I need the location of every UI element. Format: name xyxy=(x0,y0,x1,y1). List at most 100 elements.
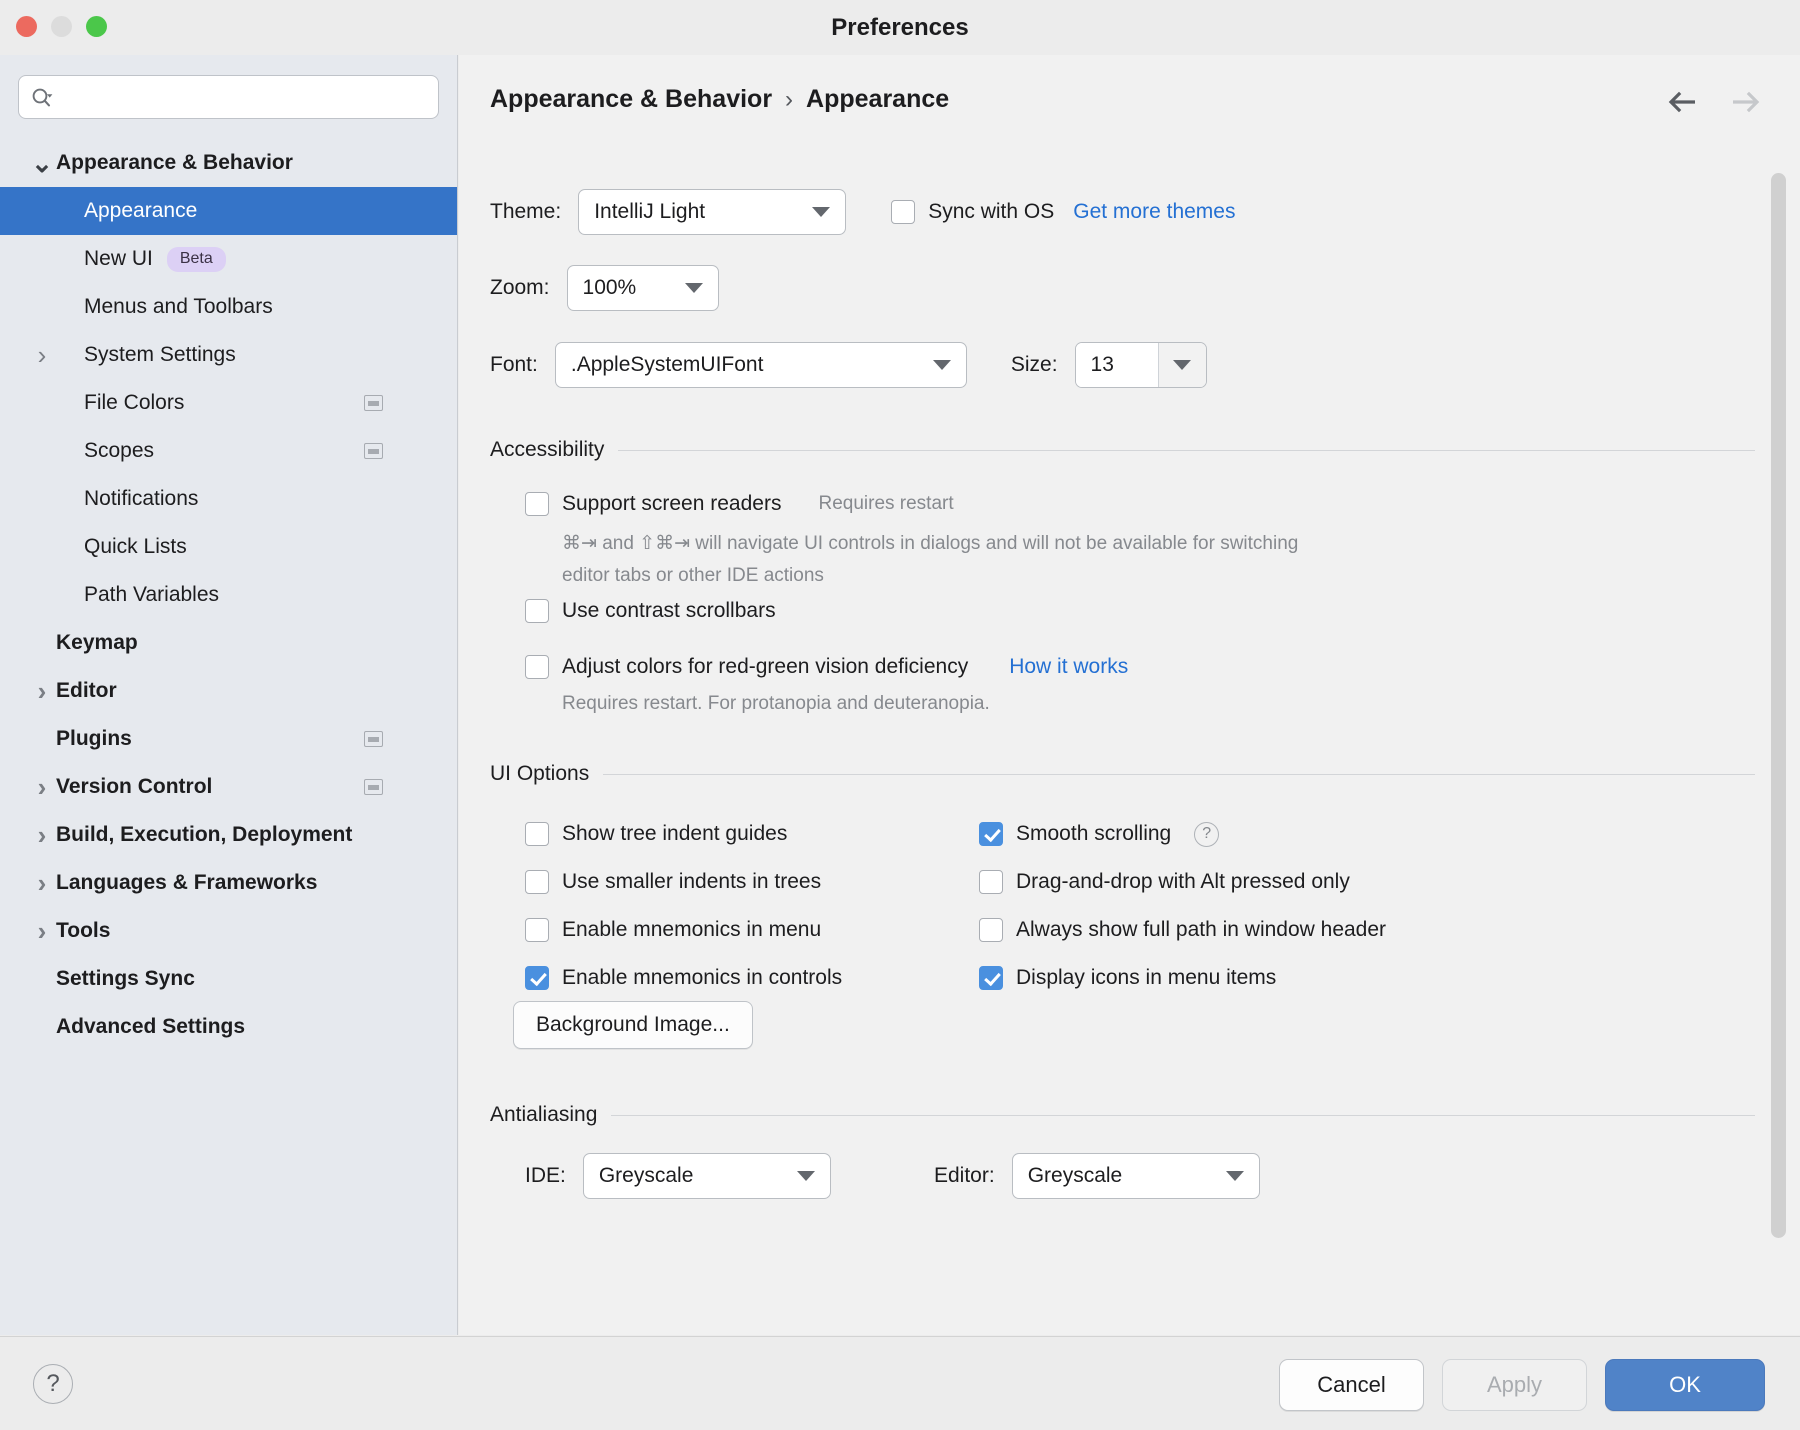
adjust-colors-checkbox[interactable] xyxy=(525,655,549,679)
sidebar-item-file-colors[interactable]: File Colors xyxy=(0,379,457,427)
support-screen-readers-checkbox[interactable] xyxy=(525,492,549,516)
chevron-down-icon xyxy=(684,283,703,293)
screen-readers-restart-hint: Requires restart xyxy=(818,493,954,514)
sync-with-os-checkbox[interactable] xyxy=(891,200,916,224)
sidebar-item-plugins[interactable]: Plugins xyxy=(0,715,457,763)
sidebar-item-new-ui[interactable]: New UI Beta xyxy=(0,235,457,283)
help-question-icon[interactable]: ? xyxy=(1194,821,1220,847)
background-image-button[interactable]: Background Image... xyxy=(513,1001,753,1049)
help-icon[interactable]: ? xyxy=(33,1364,73,1404)
adjust-colors-row[interactable]: Adjust colors for red-green vision defic… xyxy=(525,655,1128,679)
breadcrumb: Appearance & Behavior › Appearance xyxy=(490,85,949,114)
ui-options-left-option-row[interactable]: Enable mnemonics in menu xyxy=(525,906,842,954)
use-contrast-scrollbars-checkbox[interactable] xyxy=(525,599,549,623)
window-title: Preferences xyxy=(831,14,969,41)
enable-mnemonics-in-controls-checkbox[interactable] xyxy=(525,966,549,990)
apply-button[interactable]: Apply xyxy=(1442,1359,1587,1411)
screen-readers-description-line2: editor tabs or other IDE actions xyxy=(562,565,824,586)
forward-arrow-icon xyxy=(1728,85,1762,119)
font-size-stepper[interactable]: 13 xyxy=(1074,342,1207,388)
sidebar-item-appearance[interactable]: Appearance xyxy=(0,187,457,235)
chevron-down-icon xyxy=(932,360,951,370)
get-more-themes-link[interactable]: Get more themes xyxy=(1073,200,1235,224)
antialiasing-ide-select[interactable]: Greyscale xyxy=(582,1153,831,1199)
sidebar-item-advanced-settings[interactable]: Advanced Settings xyxy=(0,1003,457,1051)
ui-options-right-option-row[interactable]: Drag-and-drop with Alt pressed only xyxy=(979,858,1386,906)
settings-tree: ⌄ Appearance & Behavior Appearance New UI Be… xyxy=(0,139,457,1051)
screen-readers-description: ⌘⇥ and ⇧⌘⇥ will navigate UI controls in … xyxy=(562,528,1742,592)
chevron-right-icon[interactable]: › xyxy=(28,918,56,944)
adjust-colors-description: Requires restart. For protanopia and deu… xyxy=(562,693,990,714)
drag-and-drop-with-alt-pressed-only-checkbox[interactable] xyxy=(979,870,1003,894)
chevron-right-icon[interactable]: › xyxy=(28,870,56,896)
always-show-full-path-in-window-header-checkbox[interactable] xyxy=(979,918,1003,942)
option-label: Always show full path in window header xyxy=(1016,918,1387,941)
font-select[interactable]: .AppleSystemUIFont xyxy=(554,342,967,388)
support-screen-readers-row[interactable]: Support screen readers Requires restart xyxy=(525,492,954,516)
sidebar-item-label: File Colors xyxy=(84,391,185,414)
smooth-scrolling-checkbox[interactable] xyxy=(979,822,1003,846)
sidebar-item-label: Path Variables xyxy=(84,583,220,606)
use-smaller-indents-in-trees-checkbox[interactable] xyxy=(525,870,549,894)
ui-options-right-option-row[interactable]: Display icons in menu items xyxy=(979,954,1386,1002)
chevron-right-icon[interactable]: › xyxy=(28,342,56,368)
display-icons-in-menu-items-checkbox[interactable] xyxy=(979,966,1003,990)
sync-with-os-row[interactable]: Sync with OS xyxy=(891,200,1054,224)
antialiasing-editor-select[interactable]: Greyscale xyxy=(1011,1153,1260,1199)
settings-content-panel: Appearance & Behavior › Appearance Theme… xyxy=(459,55,1800,1335)
zoom-select[interactable]: 100% xyxy=(566,265,719,311)
option-label: Enable mnemonics in menu xyxy=(562,918,822,941)
sidebar-item-editor[interactable]: › Editor xyxy=(0,667,457,715)
ui-options-right-option-row[interactable]: Always show full path in window header xyxy=(979,906,1386,954)
enable-mnemonics-in-menu-checkbox[interactable] xyxy=(525,918,549,942)
sidebar-item-tools[interactable]: › Tools xyxy=(0,907,457,955)
back-arrow-icon[interactable] xyxy=(1666,85,1700,119)
chevron-right-icon[interactable]: › xyxy=(28,774,56,800)
adjust-colors-label: Adjust colors for red-green vision defic… xyxy=(562,655,969,678)
chevron-right-icon[interactable]: › xyxy=(28,678,56,704)
search-area xyxy=(0,55,457,129)
chevron-down-icon xyxy=(1225,1171,1244,1181)
content-scrollbar[interactable] xyxy=(1771,173,1786,1238)
sidebar-item-appearance-behavior[interactable]: ⌄ Appearance & Behavior xyxy=(0,139,457,187)
breadcrumb-parent[interactable]: Appearance & Behavior xyxy=(490,85,772,114)
sidebar-item-languages-frameworks[interactable]: › Languages & Frameworks xyxy=(0,859,457,907)
sidebar-item-label: New UI xyxy=(84,247,153,270)
configurable-marker-icon xyxy=(364,779,383,795)
sidebar-item-keymap[interactable]: Keymap xyxy=(0,619,457,667)
sidebar-item-scopes[interactable]: Scopes xyxy=(0,427,457,475)
sidebar-item-settings-sync[interactable]: Settings Sync xyxy=(0,955,457,1003)
ui-options-left-option-row[interactable]: Show tree indent guides xyxy=(525,810,842,858)
cancel-button[interactable]: Cancel xyxy=(1279,1359,1424,1411)
use-contrast-scrollbars-row[interactable]: Use contrast scrollbars xyxy=(525,599,776,623)
sidebar-item-label: Keymap xyxy=(56,631,138,654)
antialiasing-ide-row: IDE: Greyscale xyxy=(525,1153,831,1199)
show-tree-indent-guides-checkbox[interactable] xyxy=(525,822,549,846)
font-size-dropdown-button[interactable] xyxy=(1157,343,1206,387)
screen-readers-description-line1: ⌘⇥ and ⇧⌘⇥ will navigate UI controls in … xyxy=(562,533,1299,554)
sidebar-item-notifications[interactable]: Notifications xyxy=(0,475,457,523)
preferences-dialog: Preferences ⌄ Appearance & Behavior Appear… xyxy=(0,0,1800,1430)
ui-options-left-option-row[interactable]: Use smaller indents in trees xyxy=(525,858,842,906)
ui-options-right-option-row[interactable]: Smooth scrolling? xyxy=(979,810,1386,858)
sidebar-item-quick-lists[interactable]: Quick Lists xyxy=(0,523,457,571)
chevron-down-icon[interactable]: ⌄ xyxy=(28,150,56,176)
chevron-down-icon xyxy=(1173,360,1192,370)
how-it-works-link[interactable]: How it works xyxy=(1009,655,1128,679)
sidebar-item-label: Editor xyxy=(56,679,117,702)
sidebar-item-path-variables[interactable]: Path Variables xyxy=(0,571,457,619)
ok-button[interactable]: OK xyxy=(1605,1359,1765,1411)
search-input[interactable] xyxy=(65,76,430,118)
ui-options-left-option-row[interactable]: Enable mnemonics in controls xyxy=(525,954,842,1002)
support-screen-readers-label: Support screen readers xyxy=(562,492,782,515)
chevron-right-icon[interactable]: › xyxy=(28,822,56,848)
font-size-value[interactable]: 13 xyxy=(1075,343,1158,387)
search-box[interactable] xyxy=(18,75,439,119)
sidebar-item-build-execution-deployment[interactable]: › Build, Execution, Deployment xyxy=(0,811,457,859)
sidebar-item-version-control[interactable]: › Version Control xyxy=(0,763,457,811)
zoom-row: Zoom: 100% xyxy=(490,265,719,311)
section-divider xyxy=(618,449,1755,451)
sidebar-item-system-settings[interactable]: › System Settings xyxy=(0,331,457,379)
theme-select[interactable]: IntelliJ Light xyxy=(578,189,847,235)
sidebar-item-menus-and-toolbars[interactable]: Menus and Toolbars xyxy=(0,283,457,331)
